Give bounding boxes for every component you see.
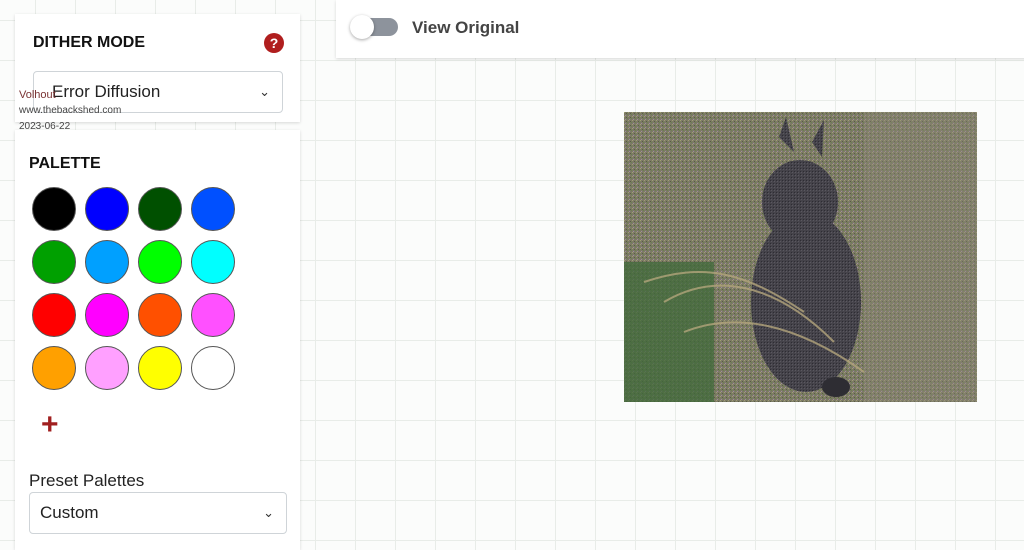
question-icon[interactable]: ? — [264, 33, 284, 53]
dither-mode-title: DITHER MODE — [33, 34, 145, 51]
plus-icon[interactable]: + — [41, 410, 59, 440]
watermark-date: 2023-06-22 — [19, 121, 71, 132]
color-swatch[interactable] — [138, 346, 182, 390]
color-swatch[interactable] — [191, 240, 235, 284]
color-swatch[interactable] — [191, 187, 235, 231]
color-swatch[interactable] — [32, 293, 76, 337]
palette-title: PALETTE — [29, 155, 101, 172]
color-swatch[interactable] — [32, 187, 76, 231]
color-swatch[interactable] — [32, 346, 76, 390]
chevron-down-icon: ⌄ — [263, 505, 274, 520]
dithered-image-preview — [624, 112, 977, 402]
color-swatch[interactable] — [138, 293, 182, 337]
color-swatch[interactable] — [85, 240, 129, 284]
color-swatch[interactable] — [138, 240, 182, 284]
watermark-site: www.thebackshed.com — [19, 105, 122, 116]
palette-panel: PALETTE + Preset Palettes Custom ⌄ — [15, 130, 300, 550]
watermark: Volhout www.thebackshed.com 2023-06-22 — [19, 87, 121, 135]
color-swatch[interactable] — [32, 240, 76, 284]
chevron-down-icon: ⌄ — [259, 84, 270, 99]
view-original-label: View Original — [412, 18, 520, 37]
color-swatch[interactable] — [85, 346, 129, 390]
preset-palettes-select[interactable]: Custom ⌄ — [29, 492, 287, 534]
top-toolbar: View Original — [336, 0, 1024, 58]
color-swatch[interactable] — [138, 187, 182, 231]
color-swatch[interactable] — [191, 293, 235, 337]
color-swatch[interactable] — [85, 293, 129, 337]
watermark-name: Volhout — [19, 89, 56, 101]
color-swatch[interactable] — [85, 187, 129, 231]
preset-palettes-value: Custom — [40, 503, 99, 522]
toggle-knob — [350, 15, 374, 39]
preset-palettes-label: Preset Palettes — [29, 471, 145, 490]
color-swatch[interactable] — [191, 346, 235, 390]
swatch-grid — [32, 187, 252, 390]
view-original-toggle[interactable] — [350, 15, 398, 39]
